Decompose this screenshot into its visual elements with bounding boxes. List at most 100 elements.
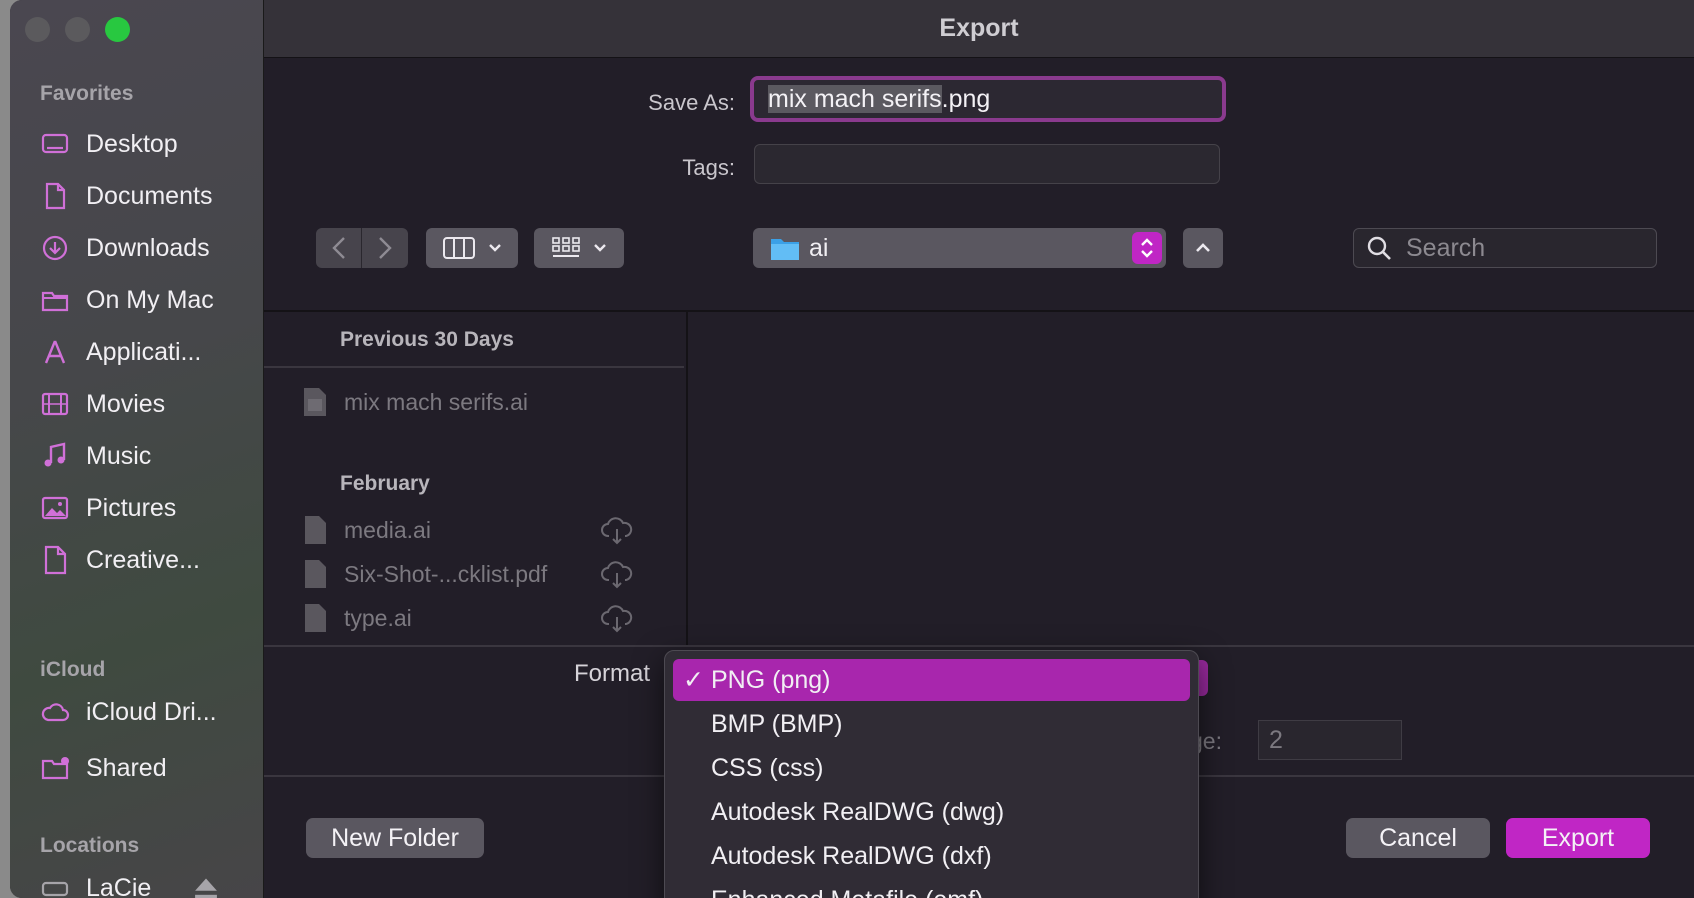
document-icon [40, 181, 70, 211]
forward-button[interactable] [362, 228, 408, 268]
sidebar-item-label: Documents [86, 181, 213, 210]
group-by-button[interactable] [534, 228, 624, 268]
group-divider [264, 366, 684, 368]
group-header-previous-30-days: Previous 30 Days [340, 328, 514, 351]
save-as-label: Save As: [648, 90, 735, 115]
sidebar-item-label: iCloud Dri... [86, 697, 217, 726]
sidebar-item-creative[interactable]: Creative... [40, 540, 200, 580]
sidebar-item-downloads[interactable]: Downloads [40, 228, 210, 268]
menu-item-label: Autodesk RealDWG (dwg) [711, 797, 1005, 826]
search-field[interactable]: Search [1353, 228, 1657, 268]
sidebar-item-label: Creative... [86, 545, 200, 574]
file-row[interactable]: Six-Shot-...cklist.pdf [300, 556, 547, 592]
save-as-input[interactable]: mix mach serifs.png [750, 76, 1226, 122]
sidebar-item-pictures[interactable]: Pictures [40, 488, 176, 528]
file-name: type.ai [344, 604, 412, 631]
sidebar-item-label: Desktop [86, 129, 178, 158]
options-divider-top [264, 645, 1694, 647]
back-button[interactable] [316, 228, 362, 268]
location-popup[interactable]: ai [753, 228, 1166, 268]
cloud-download-icon[interactable] [600, 560, 634, 595]
sidebar-item-lacie[interactable]: LaCie [40, 868, 221, 898]
sidebar-item-shared[interactable]: Shared [40, 748, 167, 788]
file-name: Six-Shot-...cklist.pdf [344, 560, 548, 587]
file-row[interactable]: media.ai [300, 512, 431, 548]
file-preview-column [686, 312, 1694, 645]
icloud-heading: iCloud [40, 658, 106, 681]
location-stepper[interactable] [1132, 232, 1162, 264]
file-name: media.ai [344, 516, 431, 543]
sidebar-item-on-my-mac[interactable]: On My Mac [40, 280, 214, 320]
cloud-download-icon[interactable] [600, 604, 634, 639]
grid-icon [552, 237, 580, 257]
back-forward-control [316, 228, 408, 268]
view-columns-button[interactable] [426, 228, 518, 268]
cloud-download-icon[interactable] [600, 516, 634, 551]
format-menu-item-dxf[interactable]: Autodesk RealDWG (dxf) [673, 835, 1190, 877]
sidebar-item-documents[interactable]: Documents [40, 176, 212, 216]
window-title: Export [939, 14, 1019, 42]
new-folder-button[interactable]: New Folder [306, 818, 484, 858]
menu-item-label: Enhanced Metafile (emf) [711, 886, 983, 898]
sidebar-item-label: LaCie [86, 873, 152, 898]
music-icon [40, 441, 70, 471]
sidebar-item-desktop[interactable]: Desktop [40, 124, 178, 164]
tags-label: Tags: [682, 155, 735, 180]
sidebar-item-music[interactable]: Music [40, 436, 151, 476]
file-row[interactable]: type.ai [300, 600, 412, 636]
minimize-window-button[interactable] [65, 17, 90, 42]
chevron-right-icon [379, 237, 392, 259]
sidebar-item-movies[interactable]: Movies [40, 384, 165, 424]
search-icon [1367, 236, 1391, 260]
menu-item-label: Autodesk RealDWG (dxf) [711, 841, 992, 870]
applications-icon [40, 337, 70, 367]
title-bar: Export [264, 0, 1694, 58]
collapse-button[interactable] [1183, 228, 1223, 268]
chevron-up-icon [1196, 243, 1210, 252]
eject-icon[interactable] [191, 873, 221, 898]
page-range-input[interactable]: 2 [1258, 720, 1402, 760]
close-window-button[interactable] [25, 17, 50, 42]
format-menu-item-bmp[interactable]: BMP (BMP) [673, 703, 1190, 745]
cancel-button[interactable]: Cancel [1346, 818, 1490, 858]
locations-heading: Locations [40, 834, 140, 857]
folder-icon [40, 285, 70, 315]
format-menu-item-dwg[interactable]: Autodesk RealDWG (dwg) [673, 791, 1190, 833]
export-button[interactable]: Export [1506, 818, 1650, 858]
file-row[interactable]: mix mach serifs.ai [300, 384, 528, 420]
format-menu-item-png[interactable]: ✓ PNG (png) [673, 659, 1190, 701]
group-header-february: February [340, 472, 430, 495]
document-icon [40, 545, 70, 575]
chevron-left-icon [331, 237, 345, 259]
picture-icon [40, 493, 70, 523]
zoom-window-button[interactable] [105, 17, 130, 42]
file-icon [300, 603, 330, 633]
search-placeholder: Search [1406, 233, 1486, 262]
chevron-down-icon [489, 244, 501, 252]
save-as-extension: .png [941, 85, 991, 113]
film-icon [40, 389, 70, 419]
favorites-heading: Favorites [40, 82, 134, 105]
format-label: Format [574, 660, 651, 687]
sidebar: Favorites Desktop Documents Downloads On… [10, 0, 264, 898]
export-dialog: Favorites Desktop Documents Downloads On… [10, 0, 1694, 898]
save-as-selected-text: mix mach serifs [768, 85, 942, 113]
chevron-down-icon [594, 244, 606, 252]
tags-input[interactable] [754, 144, 1220, 184]
download-icon [40, 233, 70, 263]
menu-item-label: CSS (css) [711, 753, 824, 782]
sidebar-item-label: Shared [86, 753, 167, 782]
sidebar-item-label: Movies [86, 389, 166, 418]
sidebar-item-label: Pictures [86, 493, 177, 522]
format-menu-item-css[interactable]: CSS (css) [673, 747, 1190, 789]
checkmark-icon: ✓ [683, 666, 704, 694]
format-menu-item-emf[interactable]: Enhanced Metafile (emf) [673, 879, 1190, 898]
sidebar-item-label: On My Mac [86, 285, 214, 314]
menu-item-label: BMP (BMP) [711, 709, 843, 738]
cloud-icon [40, 697, 70, 727]
sidebar-item-applications[interactable]: Applicati... [40, 332, 201, 372]
folder-icon [771, 239, 799, 260]
location-label: ai [809, 233, 829, 262]
format-menu: ✓ PNG (png) BMP (BMP) CSS (css) Autodesk… [664, 650, 1199, 898]
sidebar-item-icloud-drive[interactable]: iCloud Dri... [40, 692, 217, 732]
